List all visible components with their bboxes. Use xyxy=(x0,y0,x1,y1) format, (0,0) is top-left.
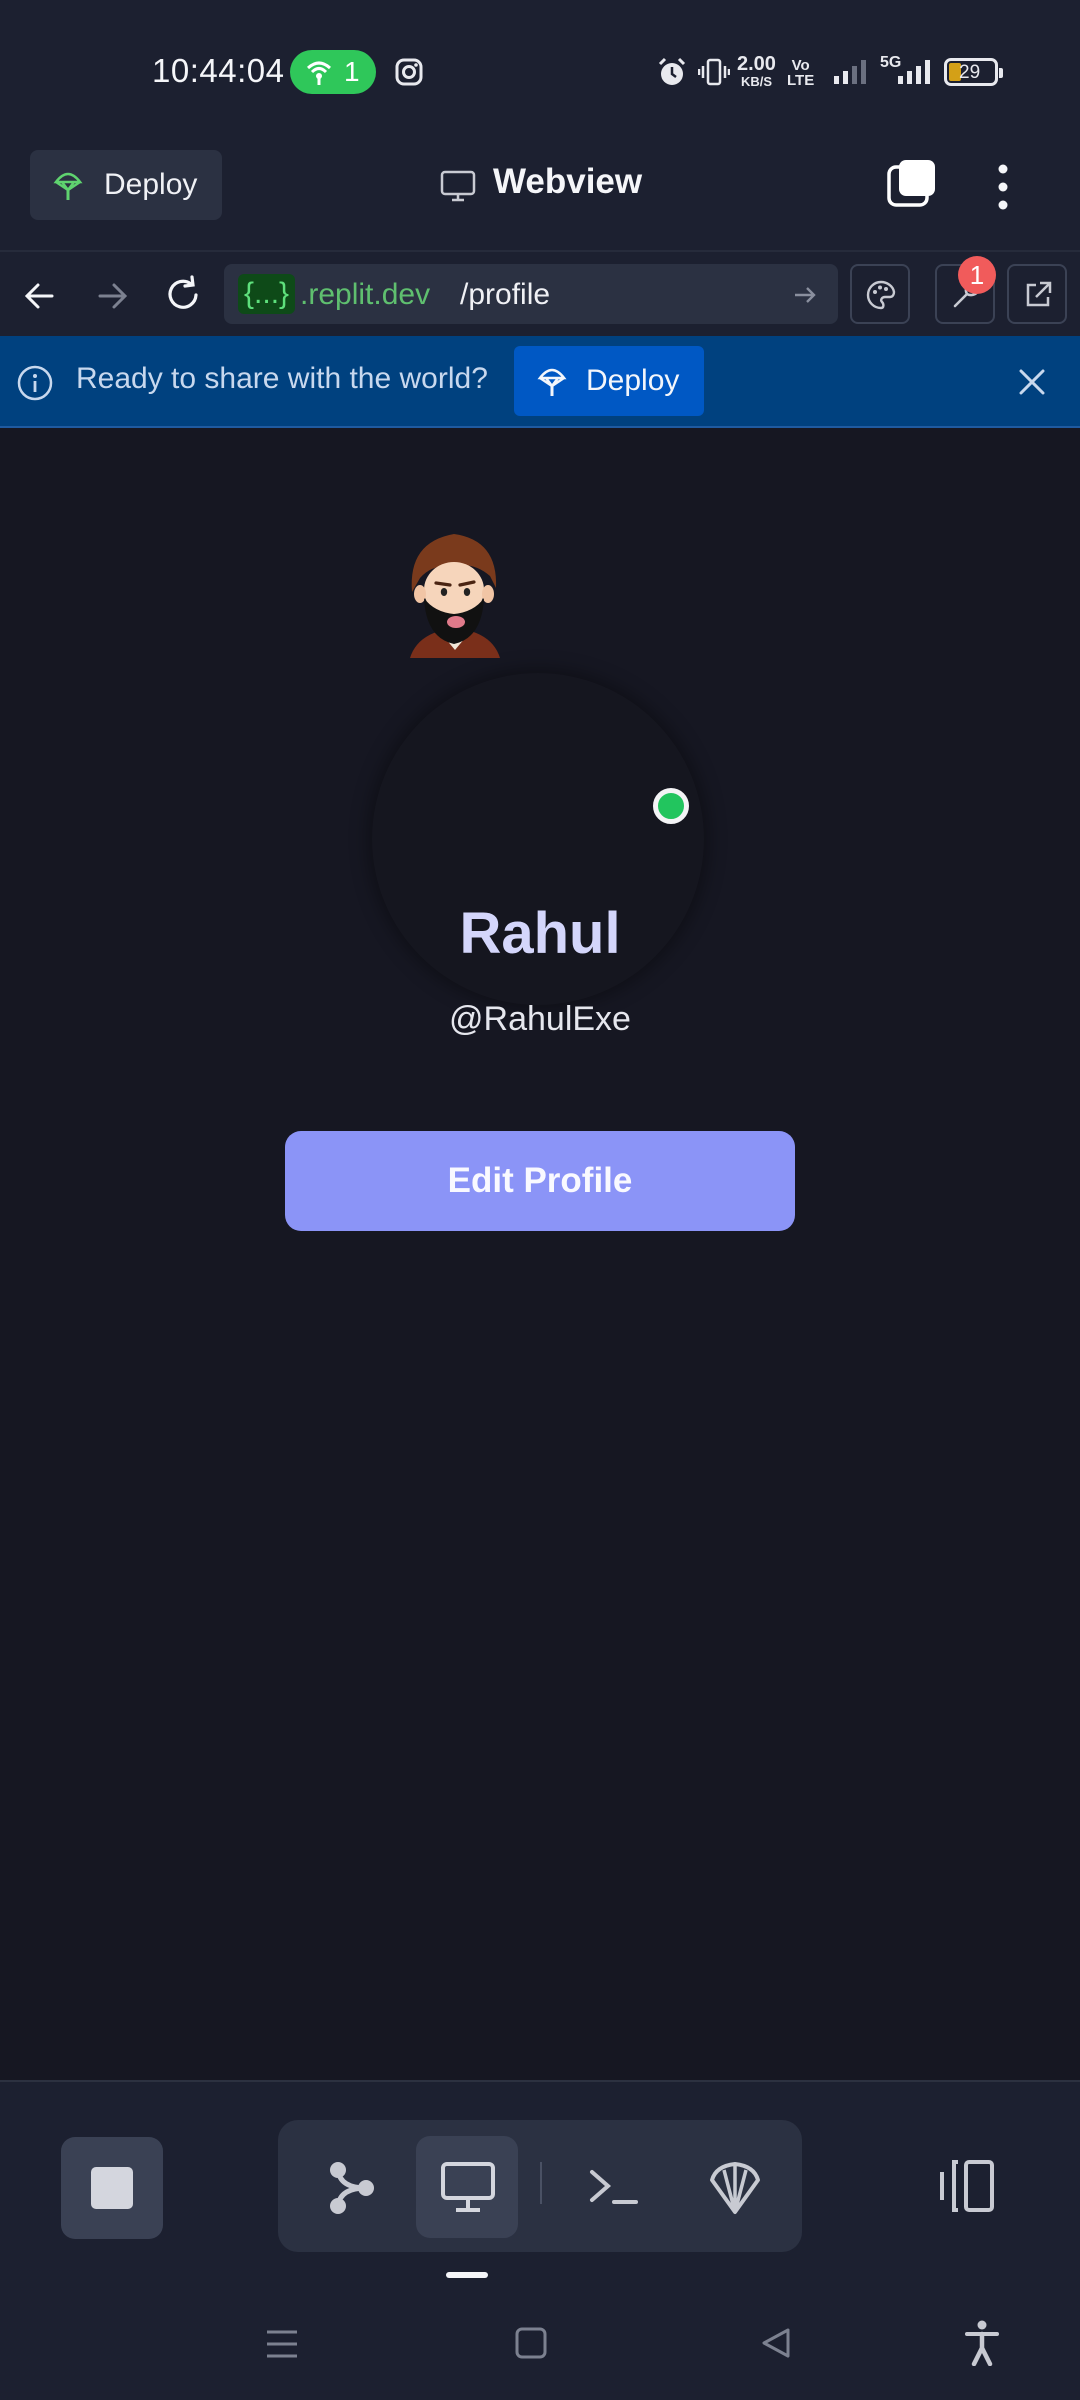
home-icon[interactable] xyxy=(514,2326,548,2360)
tool-tabs xyxy=(278,2120,802,2252)
theme-button[interactable] xyxy=(850,264,910,324)
vibrate-icon xyxy=(698,58,730,86)
tab-git[interactable] xyxy=(300,2136,402,2238)
accessibility-icon[interactable] xyxy=(964,2320,1000,2366)
deploy-banner: Ready to share with the world? Deploy xyxy=(0,336,1080,428)
hotspot-count: 1 xyxy=(344,56,360,87)
stop-icon xyxy=(91,2167,133,2209)
hotspot-icon xyxy=(306,61,332,85)
notification-badge: 1 xyxy=(958,256,996,294)
back-arrow-icon[interactable] xyxy=(20,276,60,316)
online-status-dot xyxy=(653,788,689,824)
page-title: Webview xyxy=(493,162,643,201)
stop-button[interactable] xyxy=(61,2137,163,2239)
split-view-icon[interactable] xyxy=(936,2158,996,2214)
go-arrow-icon[interactable] xyxy=(792,282,818,308)
palette-icon xyxy=(866,280,896,310)
webview-content: Rahul @RahulExe Edit Profile xyxy=(0,428,1080,2082)
url-field[interactable]: {...} .replit.dev /profile xyxy=(224,264,838,324)
banner-message: Ready to share with the world? xyxy=(76,362,488,395)
deploy-icon xyxy=(53,172,83,200)
close-icon[interactable] xyxy=(1016,366,1048,398)
external-link-icon xyxy=(1026,281,1052,307)
git-icon xyxy=(330,2162,374,2214)
header-deploy-button[interactable]: Deploy xyxy=(30,150,222,220)
volte-indicator: Vo LTE xyxy=(787,57,815,89)
deploy-icon xyxy=(537,368,567,396)
battery-icon: 29 xyxy=(944,58,1003,86)
back-icon[interactable] xyxy=(760,2326,792,2360)
profile-name: Rahul xyxy=(459,901,621,966)
open-external-button[interactable] xyxy=(1007,264,1067,324)
net-speed: 2.00 KB/S xyxy=(737,53,776,89)
alarm-icon xyxy=(658,57,686,85)
avatar[interactable] xyxy=(404,528,506,666)
reload-icon[interactable] xyxy=(162,274,204,316)
system-nav-bar xyxy=(0,2290,1080,2400)
url-path: /profile xyxy=(460,278,551,311)
more-options-icon[interactable] xyxy=(988,162,1018,212)
edit-profile-button[interactable]: Edit Profile xyxy=(285,1131,795,1231)
status-time: 10:44:04 xyxy=(152,52,285,89)
tabs-icon[interactable] xyxy=(886,158,938,210)
instagram-icon xyxy=(395,58,423,86)
address-bar: {...} .replit.dev /profile xyxy=(0,250,1080,336)
monitor-icon xyxy=(441,2162,495,2212)
shell-agent-icon xyxy=(710,2162,760,2214)
terminal-icon xyxy=(590,2170,638,2204)
tab-shell[interactable] xyxy=(562,2136,664,2238)
banner-deploy-button[interactable]: Deploy xyxy=(514,346,704,416)
status-bar: 10:44:04 1 2.00 KB/S Vo LTE 5G 29 xyxy=(0,0,1080,140)
monitor-icon xyxy=(440,170,476,202)
tab-webview[interactable] xyxy=(416,2136,518,2238)
url-host: .replit.dev xyxy=(300,278,431,311)
signal-sim1-icon xyxy=(834,60,866,84)
signal-sim2-icon xyxy=(898,60,930,84)
home-indicator xyxy=(446,2272,488,2278)
info-icon xyxy=(17,365,53,401)
app-header: Deploy Webview xyxy=(0,140,1080,250)
tab-divider xyxy=(540,2162,542,2204)
bottom-toolbar xyxy=(0,2082,1080,2252)
hotspot-pill: 1 xyxy=(290,50,376,94)
tab-agent[interactable] xyxy=(684,2136,786,2238)
forward-arrow-icon[interactable] xyxy=(92,276,132,316)
url-tag: {...} xyxy=(238,274,296,314)
profile-handle: @RahulExe xyxy=(449,1000,631,1038)
menu-icon[interactable] xyxy=(264,2328,300,2360)
